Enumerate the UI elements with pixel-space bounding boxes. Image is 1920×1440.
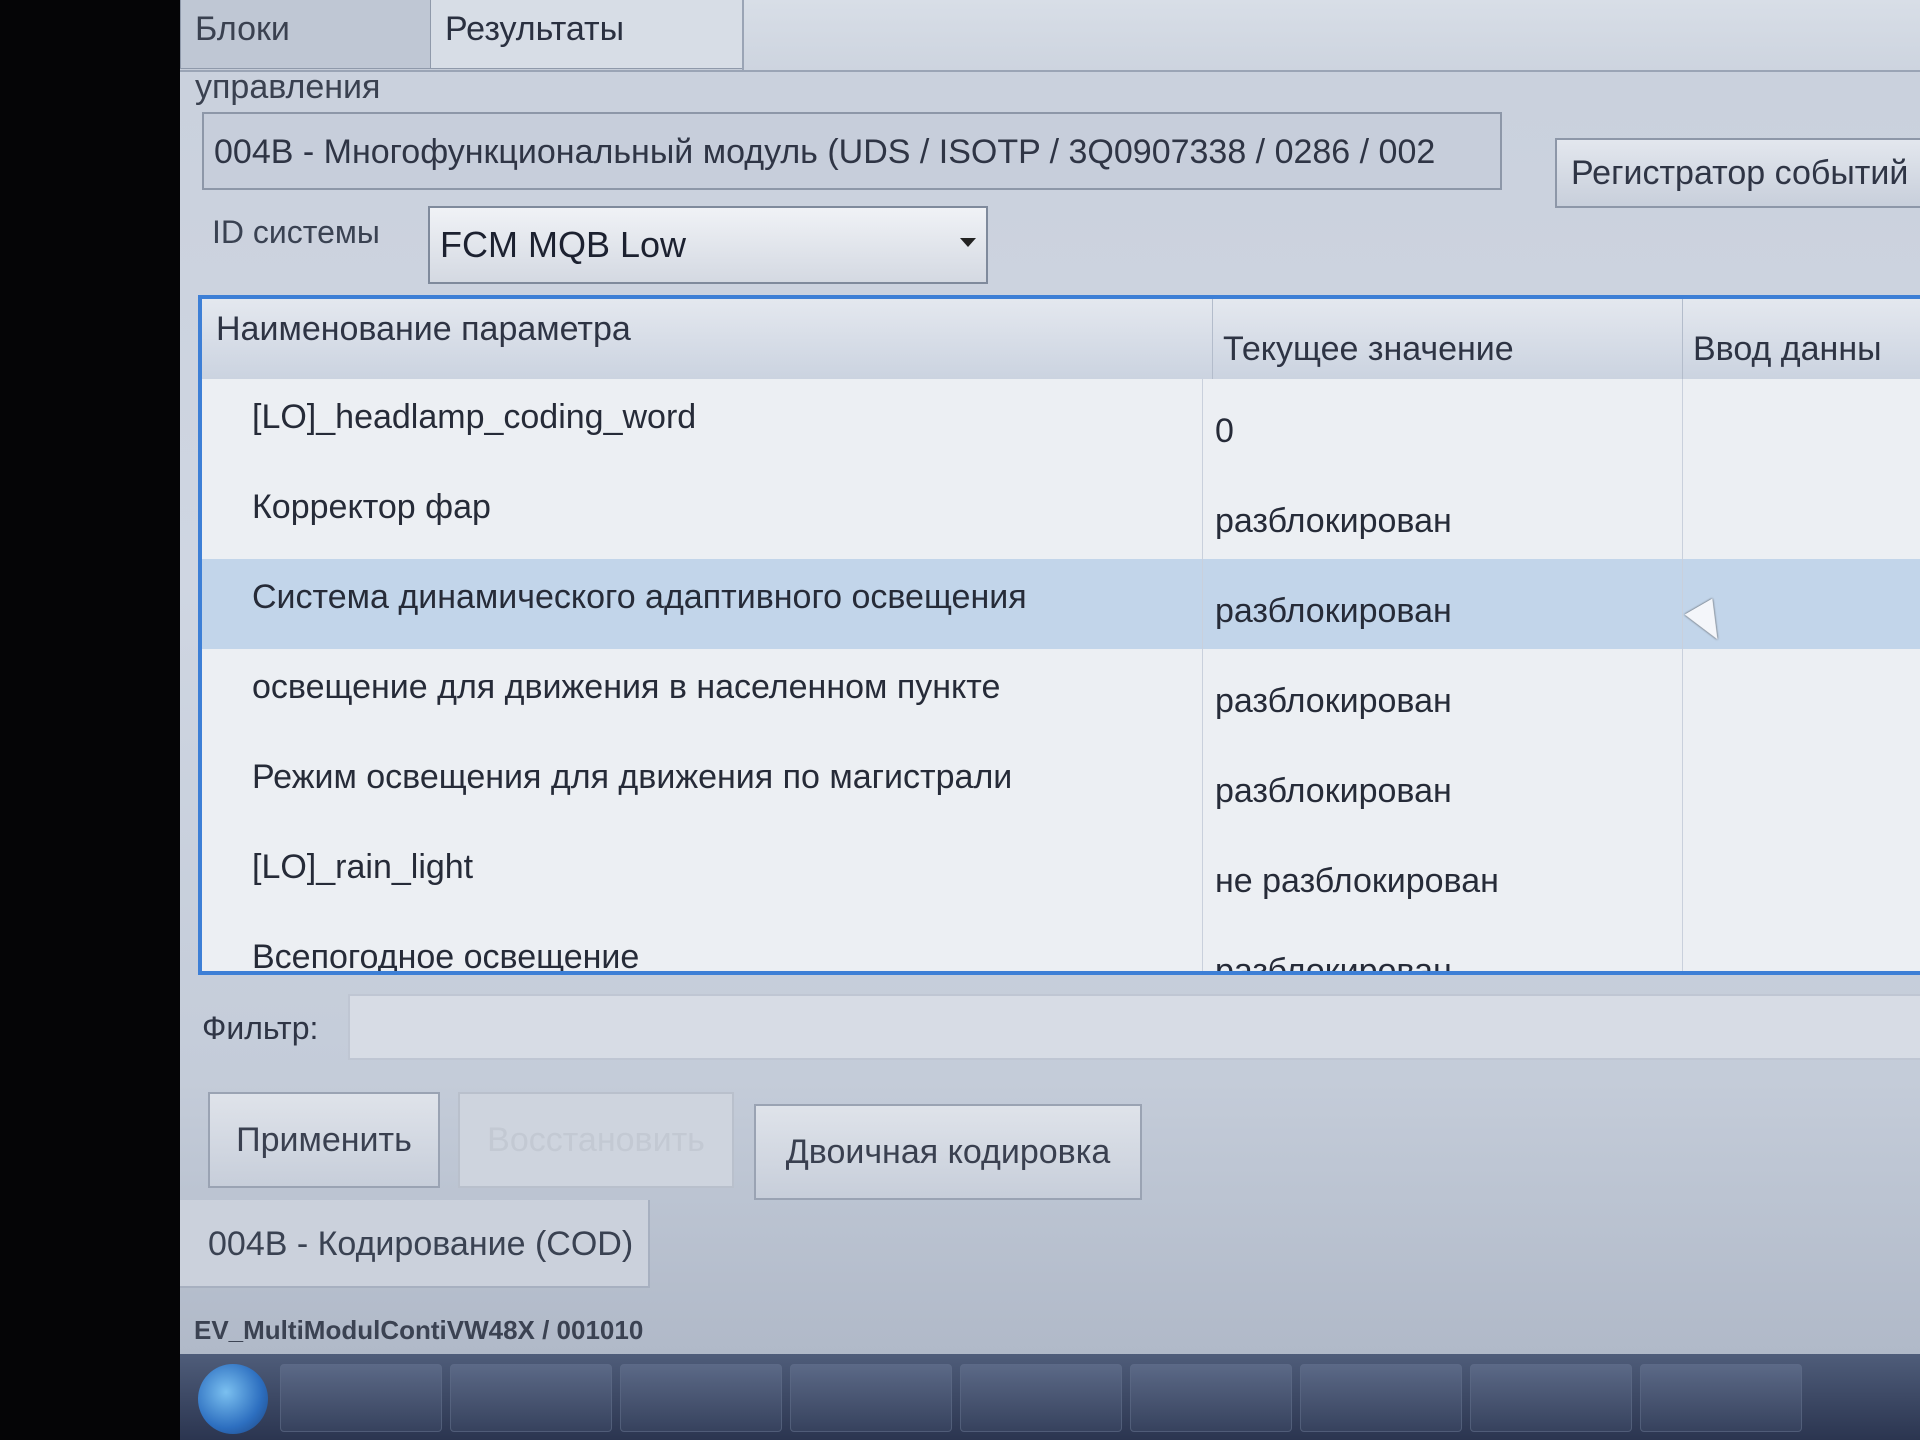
- table-header: Наименование параметра Текущее значение …: [202, 299, 1920, 381]
- table-row[interactable]: [LO]_rain_light не разблокирован: [202, 829, 1920, 920]
- param-input[interactable]: [1682, 919, 1920, 971]
- table-row[interactable]: Режим освещения для движения по магистра…: [202, 739, 1920, 830]
- param-value: разблокирован: [1202, 739, 1685, 829]
- system-id-value: FCM MQB Low: [440, 224, 687, 265]
- taskbar: [180, 1354, 1920, 1440]
- system-id-label: ID системы: [212, 214, 380, 250]
- table-row[interactable]: [LO]_headlamp_coding_word 0: [202, 379, 1920, 470]
- param-name: освещение для движения в населенном пунк…: [252, 668, 1001, 706]
- param-value: разблокирован: [1202, 469, 1685, 559]
- column-header-value[interactable]: Текущее значение: [1212, 299, 1514, 379]
- restore-button[interactable]: Восстановить: [458, 1092, 734, 1188]
- taskbar-item[interactable]: [280, 1364, 442, 1432]
- coding-tab[interactable]: 004B - Кодирование (COD): [180, 1200, 650, 1288]
- param-name: [LO]_headlamp_coding_word: [252, 398, 697, 436]
- param-input[interactable]: [1682, 379, 1920, 469]
- system-id-select[interactable]: FCM MQB Low: [428, 206, 988, 284]
- taskbar-item[interactable]: [1470, 1364, 1632, 1432]
- taskbar-item[interactable]: [620, 1364, 782, 1432]
- param-value: 0: [1202, 379, 1685, 469]
- param-name: Всепогодное освещение: [252, 938, 640, 975]
- tab-strip-filler: [742, 0, 1920, 70]
- taskbar-item[interactable]: [1130, 1364, 1292, 1432]
- param-input[interactable]: [1682, 739, 1920, 829]
- param-value: разблокирован: [1202, 919, 1685, 971]
- param-value: разблокирован: [1202, 649, 1685, 739]
- binary-coding-button[interactable]: Двоичная кодировка: [754, 1104, 1142, 1200]
- taskbar-item[interactable]: [960, 1364, 1122, 1432]
- filter-label: Фильтр:: [202, 1010, 319, 1046]
- param-name: Корректор фар: [252, 488, 491, 526]
- param-name: Система динамического адаптивного освеще…: [252, 578, 1027, 616]
- table-row[interactable]: освещение для движения в населенном пунк…: [202, 649, 1920, 740]
- module-title-field: 004B - Многофункциональный модуль (UDS /…: [202, 112, 1502, 190]
- apply-button[interactable]: Применить: [208, 1092, 440, 1188]
- param-name: [LO]_rain_light: [252, 848, 474, 886]
- taskbar-item[interactable]: [790, 1364, 952, 1432]
- parameters-table: Наименование параметра Текущее значение …: [198, 295, 1920, 975]
- windows-start-icon[interactable]: [198, 1364, 268, 1434]
- taskbar-item[interactable]: [1640, 1364, 1802, 1432]
- table-row-selected[interactable]: Система динамического адаптивного освеще…: [202, 559, 1920, 650]
- param-input[interactable]: [1682, 469, 1920, 559]
- param-name: Режим освещения для движения по магистра…: [252, 758, 1013, 796]
- column-header-input[interactable]: Ввод данны: [1682, 299, 1882, 379]
- table-row[interactable]: Всепогодное освещение разблокирован: [202, 919, 1920, 975]
- taskbar-item[interactable]: [1300, 1364, 1462, 1432]
- param-value: разблокирован: [1202, 559, 1685, 649]
- screen: Блоки управления Результаты 004B - Много…: [180, 0, 1920, 1440]
- tab-results[interactable]: Результаты: [430, 0, 750, 69]
- status-bar: EV_MultiModulContiVW48X / 001010: [194, 1315, 644, 1345]
- filter-input[interactable]: [348, 994, 1920, 1060]
- param-value: не разблокирован: [1202, 829, 1685, 919]
- param-input[interactable]: [1682, 649, 1920, 739]
- tab-strip: Блоки управления Результаты: [180, 0, 1920, 106]
- column-header-name[interactable]: Наименование параметра: [216, 299, 631, 379]
- table-row[interactable]: Корректор фар разблокирован: [202, 469, 1920, 560]
- event-logger-button[interactable]: Регистратор событий: [1555, 138, 1920, 208]
- taskbar-item[interactable]: [450, 1364, 612, 1432]
- chevron-down-icon[interactable]: [960, 238, 976, 247]
- param-input[interactable]: [1682, 829, 1920, 919]
